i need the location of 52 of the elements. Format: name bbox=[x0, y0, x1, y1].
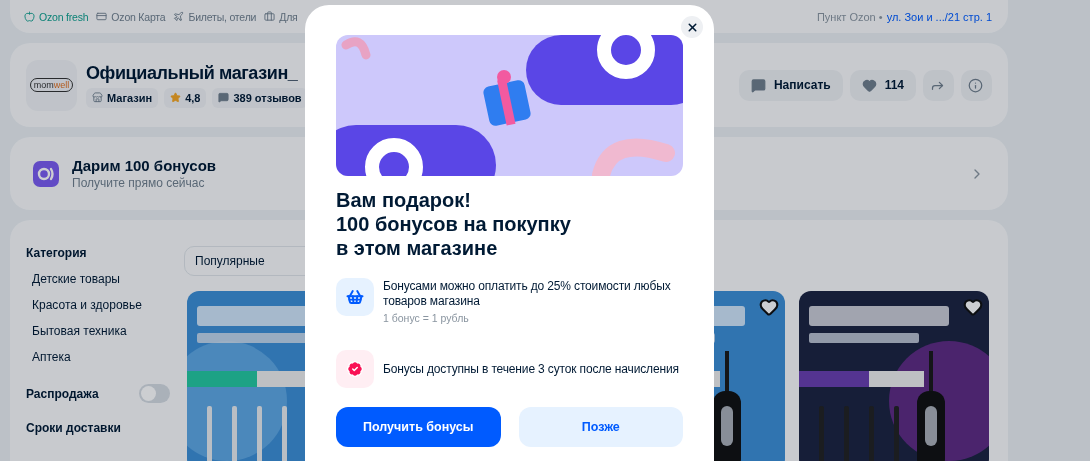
star-icon bbox=[170, 92, 182, 103]
filter-title: Распродажа bbox=[26, 386, 99, 401]
store-chip[interactable]: 389 отзывов bbox=[212, 87, 308, 108]
nav-link[interactable]: Ozon Карта bbox=[96, 10, 166, 23]
briefcase-icon bbox=[264, 11, 276, 22]
category-link[interactable]: Красота и здоровье bbox=[26, 292, 170, 318]
later-button[interactable]: Позже bbox=[518, 407, 683, 447]
heart-icon[interactable] bbox=[963, 297, 983, 317]
nav-link[interactable]: Билеты, отели bbox=[173, 10, 257, 23]
nav-link-label: Ozon Карта bbox=[111, 10, 166, 23]
button-label: 114 bbox=[884, 78, 904, 92]
category-link[interactable]: Аптека bbox=[26, 344, 170, 370]
filter-title: Сроки доставки bbox=[26, 421, 122, 435]
nav-link-label: Билеты, отели bbox=[188, 10, 257, 23]
promo-subtitle: Получите прямо сейчас bbox=[72, 176, 206, 190]
sale-toggle[interactable] bbox=[139, 384, 170, 403]
chat-icon bbox=[750, 77, 766, 93]
basket-icon bbox=[346, 288, 364, 306]
get-bonus-button[interactable]: Получить бонусы bbox=[336, 407, 501, 447]
fruit-icon bbox=[24, 11, 35, 22]
shop-icon bbox=[92, 92, 103, 103]
promo-title: Дарим 100 бонусов bbox=[72, 157, 218, 174]
close-button[interactable] bbox=[681, 16, 703, 38]
pickup-address-link[interactable]: ул. Зои и .../21 стр. 1 bbox=[886, 10, 992, 23]
store-chip[interactable]: 4,8 bbox=[164, 87, 207, 108]
button-label: Написать bbox=[773, 78, 831, 92]
chip-label: 389 отзывов bbox=[233, 91, 302, 104]
pickup-label: Пункт Ozon • bbox=[816, 10, 883, 23]
nav-link[interactable]: Для bbox=[264, 10, 298, 23]
feature-text: Бонусами можно оплатить до 25% стоимости любых товаров магазина bbox=[383, 279, 672, 309]
info-button[interactable] bbox=[961, 69, 992, 101]
nav-link-label: Для bbox=[279, 10, 298, 23]
feature-text: Бонусы доступны в течение 3 суток после начисления bbox=[383, 362, 679, 377]
feature-note: 1 бонус = 1 рубль bbox=[383, 312, 470, 324]
heart-icon[interactable] bbox=[759, 297, 779, 317]
check-icon bbox=[346, 360, 364, 378]
plane-icon bbox=[173, 11, 185, 22]
info-icon bbox=[968, 77, 983, 93]
like-button[interactable]: 114 bbox=[849, 69, 916, 101]
heart-icon bbox=[861, 77, 877, 93]
store-chip[interactable]: Магазин bbox=[86, 87, 159, 108]
bonus-icon bbox=[33, 160, 59, 187]
write-button[interactable]: Написать bbox=[738, 69, 843, 101]
filter-title: Категория bbox=[26, 246, 88, 260]
store-name: Официальный магазин_ bbox=[86, 62, 299, 84]
card-icon bbox=[96, 11, 108, 22]
category-link[interactable]: Детские товары bbox=[26, 266, 170, 292]
nav-link-label: Ozon fresh bbox=[39, 10, 89, 23]
category-link[interactable]: Бытовая техника bbox=[26, 318, 170, 344]
chip-label: 4,8 bbox=[185, 91, 201, 104]
comment-icon bbox=[218, 92, 230, 103]
chip-label: Магазин bbox=[107, 91, 153, 104]
